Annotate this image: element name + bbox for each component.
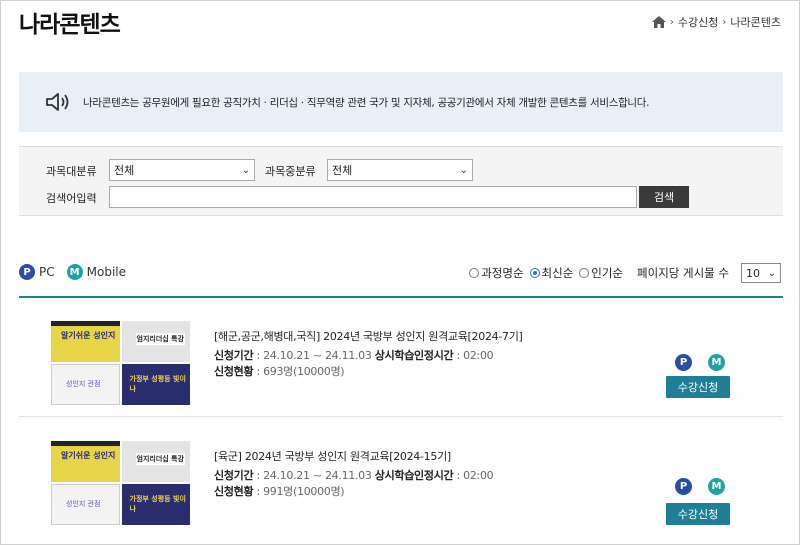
status-label: 신청현황 (214, 485, 254, 498)
thumbnail-tile: 성인지 관점 (51, 364, 120, 405)
platform-badges: P M (675, 478, 725, 495)
thumbnail-caption: 성인지 관점 (66, 380, 101, 388)
thumbnail-tile: 가정부 성평등 빛이나 (121, 364, 190, 405)
thumbnail-caption: 가정부 성평등 빛이나 (129, 495, 186, 513)
thumbnail-tile: 성인지 관점 (51, 484, 120, 525)
mobile-icon: M (66, 264, 83, 280)
period-value: : 24.10.21 ~ 24.11.03 (256, 349, 372, 362)
sort-controls: 과정명순 최신순 인기순 페이지당 게시물 수 10 ⌄ (469, 263, 781, 283)
pc-icon: P (19, 264, 35, 280)
sort-by-popular[interactable]: 인기순 (579, 265, 623, 281)
course-status: 신청현황 : 991명(10000명) (214, 483, 345, 499)
status-value: : 693명(10000명) (256, 365, 345, 378)
pc-badge-icon: P (675, 478, 692, 495)
breadcrumb-item-current: 나라콘텐츠 (730, 16, 781, 29)
sort-by-name[interactable]: 과정명순 (469, 265, 524, 281)
thumbnail-caption: 엄지리더십 특강 (135, 333, 186, 345)
pc-badge-icon: P (675, 354, 692, 371)
major-category-value: 전체 (114, 164, 135, 177)
search-label: 검색어입력 (46, 192, 97, 205)
thumbnail-tile: 알기쉬운 성인지 (51, 321, 120, 362)
enroll-button[interactable]: 수강신청 (666, 503, 730, 525)
breadcrumb: › 수강신청 › 나라콘텐츠 (651, 14, 781, 30)
course-title-link[interactable]: [해군,공군,해병대,국직] 2024년 국방부 성인지 원격교육[2024-7… (214, 328, 523, 344)
sort-option-label: 과정명순 (481, 266, 524, 280)
chevron-down-icon: ⌄ (241, 164, 250, 176)
mobile-badge-icon: M (708, 478, 725, 495)
chevron-right-icon: › (669, 16, 674, 28)
period-label: 신청기간 (214, 349, 254, 362)
list-divider (19, 296, 783, 298)
course-period: 신청기간 : 24.10.21 ~ 24.11.03 상시학습인정시간 : 02… (214, 347, 494, 363)
thumbnail-caption: 가정부 성평등 빛이나 (129, 375, 186, 393)
platform-legend: P PC M Mobile (19, 264, 126, 280)
platform-badges: P M (675, 354, 725, 371)
course-thumbnail[interactable]: 알기쉬운 성인지 엄지리더십 특강 성인지 관점 가정부 성평등 빛이나 (51, 321, 190, 405)
thumbnail-tile: 알기쉬운 성인지 (51, 441, 120, 482)
course-row: 알기쉬운 성인지 엄지리더십 특강 성인지 관점 가정부 성평등 빛이나 [육군… (19, 419, 783, 537)
per-page-label: 페이지당 게시물 수 (637, 266, 729, 280)
sort-option-label: 인기순 (591, 266, 624, 280)
course-status: 신청현황 : 693명(10000명) (214, 363, 345, 379)
status-label: 신청현황 (214, 365, 254, 378)
course-row: 알기쉬운 성인지 엄지리더십 특강 성인지 관점 가정부 성평등 빛이나 [해군… (19, 299, 783, 417)
middle-category-value: 전체 (332, 164, 353, 177)
radio-icon[interactable] (469, 268, 480, 278)
thumbnail-caption: 성인지 관점 (66, 500, 101, 508)
period-label: 신청기간 (214, 469, 254, 482)
chevron-down-icon: ⌄ (767, 267, 776, 279)
middle-category-label: 과목중분류 (265, 165, 316, 178)
middle-category-select[interactable]: 전체 ⌄ (327, 159, 473, 181)
chevron-right-icon: › (722, 16, 727, 28)
mobile-label: Mobile (86, 265, 126, 279)
enroll-button[interactable]: 수강신청 (666, 376, 730, 398)
notice-banner: 나라콘텐츠는 공무원에게 필요한 공직가치 · 리더십 · 직무역량 관련 국가… (19, 72, 783, 132)
hours-label: 상시학습인정시간 (374, 349, 454, 362)
search-filter-panel: 과목대분류 전체 ⌄ 과목중분류 전체 ⌄ 검색어입력 검색 (19, 146, 783, 216)
radio-icon[interactable] (579, 268, 590, 278)
course-thumbnail[interactable]: 알기쉬운 성인지 엄지리더십 특강 성인지 관점 가정부 성평등 빛이나 (51, 441, 190, 525)
search-input[interactable] (109, 186, 637, 208)
thumbnail-caption: 알기쉬운 성인지 (61, 451, 116, 460)
per-page-value: 10 (746, 266, 760, 280)
thumbnail-tile: 엄지리더십 특강 (121, 321, 190, 362)
mobile-badge-icon: M (708, 354, 725, 371)
hours-label: 상시학습인정시간 (374, 469, 454, 482)
chevron-down-icon: ⌄ (459, 164, 468, 176)
radio-selected-icon[interactable] (529, 268, 540, 278)
thumbnail-caption: 알기쉬운 성인지 (61, 331, 116, 340)
sort-option-label: 최신순 (541, 266, 574, 280)
per-page-select[interactable]: 10 ⌄ (741, 263, 781, 283)
status-value: : 991명(10000명) (256, 485, 345, 498)
home-icon[interactable] (651, 16, 666, 28)
course-title-link[interactable]: [육군] 2024년 국방부 성인지 원격교육[2024-15기] (214, 448, 451, 464)
thumbnail-caption: 엄지리더십 특강 (135, 453, 186, 465)
hours-value: : 02:00 (456, 469, 494, 482)
hours-value: : 02:00 (456, 349, 494, 362)
major-category-label: 과목대분류 (46, 165, 97, 178)
speaker-icon (46, 93, 69, 111)
period-value: : 24.10.21 ~ 24.11.03 (256, 469, 372, 482)
search-button[interactable]: 검색 (639, 186, 689, 208)
thumbnail-tile: 엄지리더십 특강 (121, 441, 190, 482)
major-category-select[interactable]: 전체 ⌄ (109, 159, 255, 181)
course-period: 신청기간 : 24.10.21 ~ 24.11.03 상시학습인정시간 : 02… (214, 467, 494, 483)
pc-label: PC (39, 265, 55, 279)
thumbnail-tile: 가정부 성평등 빛이나 (121, 484, 190, 525)
notice-text: 나라콘텐츠는 공무원에게 필요한 공직가치 · 리더십 · 직무역량 관련 국가… (83, 96, 650, 109)
breadcrumb-item-enroll[interactable]: 수강신청 (678, 14, 718, 30)
sort-by-latest[interactable]: 최신순 (529, 265, 574, 281)
page-title: 나라콘텐츠 (19, 12, 121, 38)
